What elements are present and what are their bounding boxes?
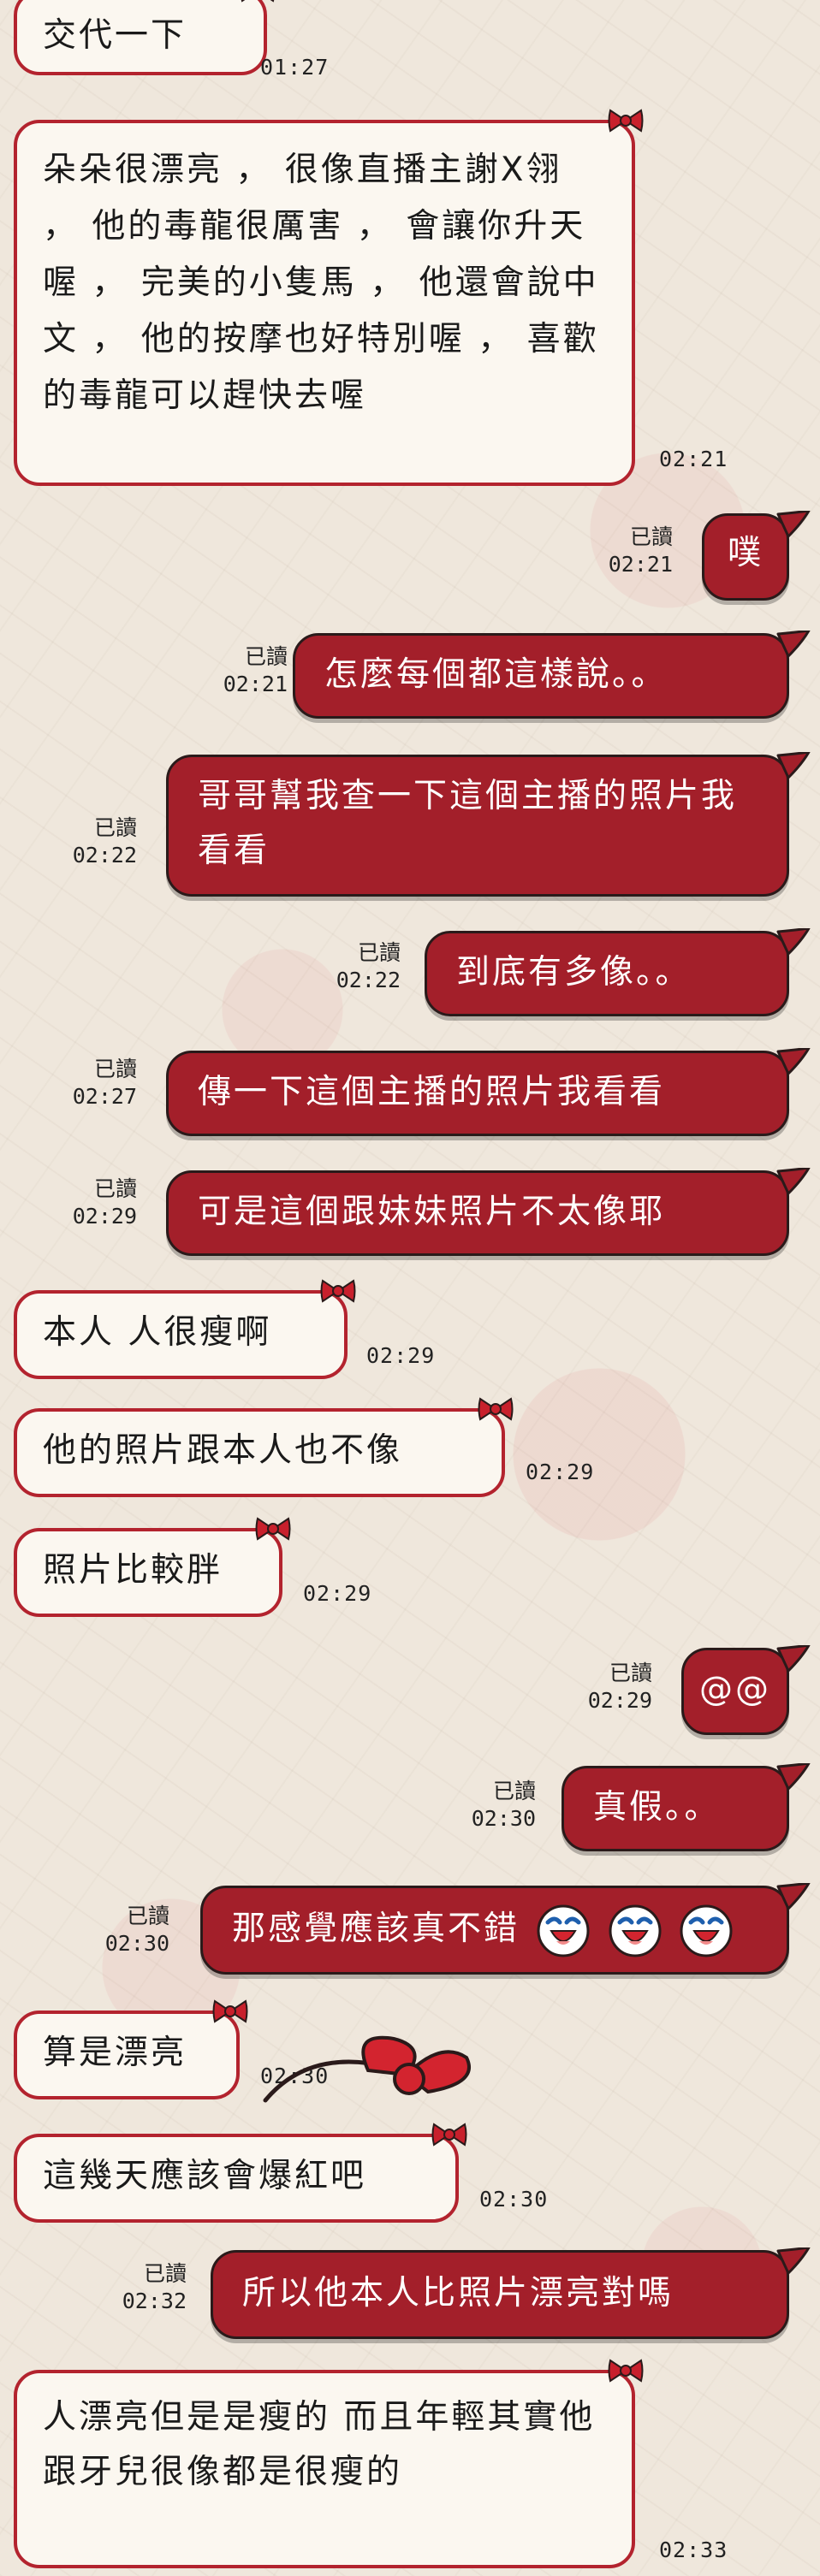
- outgoing-message-bubble[interactable]: 傳一下這個主播的照片我看看: [166, 1051, 789, 1136]
- outgoing-message-bubble[interactable]: 噗: [702, 513, 789, 601]
- incoming-message-bubble[interactable]: 算是漂亮: [14, 2010, 240, 2099]
- message-meta: 已讀 02:29: [550, 1660, 652, 1714]
- bow-icon: [478, 1396, 514, 1422]
- bow-icon: [431, 2122, 467, 2147]
- message-meta: 已讀 02:21: [185, 643, 288, 698]
- bow-icon: [240, 0, 276, 3]
- hello-kitty-bow-decoration: [263, 2035, 471, 2103]
- read-receipt: 已讀: [93, 1057, 137, 1081]
- incoming-message-bubble[interactable]: 人漂亮但是是瘦的 而且年輕其實他跟牙兒很像都是很瘦的: [14, 2370, 635, 2568]
- message-time: 02:21: [659, 447, 728, 471]
- message-text: 傳一下這個主播的照片我看看: [198, 1073, 666, 1111]
- message-text: 噗: [727, 534, 764, 572]
- incoming-message-bubble[interactable]: 朵朵很漂亮 ， 很像直播主謝X翎 ， 他的毒龍很厲害 ， 會讓你升天喔 ， 完美…: [14, 120, 635, 486]
- message-time: 02:21: [223, 672, 288, 696]
- message-time: 02:30: [471, 1806, 536, 1831]
- message-text: 可是這個跟妹妹照片不太像耶: [198, 1193, 666, 1231]
- message-meta: 已讀 02:22: [298, 939, 401, 994]
- outgoing-message-bubble[interactable]: 怎麼每個都這樣說。。: [293, 633, 789, 719]
- incoming-message-bubble[interactable]: 他的照片跟本人也不像: [14, 1408, 505, 1497]
- bow-icon: [608, 2358, 644, 2384]
- message-text: 這幾天應該會爆紅吧: [43, 2157, 367, 2195]
- outgoing-message-bubble[interactable]: 真假。。: [562, 1766, 789, 1851]
- message-meta: 已讀 02:29: [34, 1175, 137, 1230]
- message-text: 真假。。: [593, 1788, 721, 1827]
- message-time: 02:29: [366, 1343, 436, 1368]
- message-meta: 已讀 02:21: [570, 524, 673, 578]
- outgoing-message-bubble[interactable]: 到底有多像。。: [425, 931, 789, 1016]
- bow-icon: [212, 1999, 248, 2024]
- read-receipt: 已讀: [629, 524, 673, 549]
- message-time: 01:27: [260, 55, 330, 80]
- bubble-tail-icon: [776, 1645, 811, 1674]
- read-receipt: 已讀: [357, 940, 401, 965]
- read-receipt: 已讀: [244, 644, 288, 669]
- message-meta: 已讀 02:30: [433, 1778, 536, 1833]
- outgoing-message-bubble[interactable]: 那感覺應該真不錯: [200, 1886, 789, 1975]
- message-text: 交代一下: [43, 16, 187, 55]
- bubble-tail-icon: [776, 1048, 811, 1077]
- message-time: 02:30: [104, 1931, 169, 1956]
- read-receipt: 已讀: [93, 1176, 137, 1201]
- message-time: 02:27: [72, 1084, 137, 1109]
- read-receipt: 已讀: [126, 1904, 169, 1928]
- bubble-tail-icon: [776, 928, 811, 957]
- message-text: 朵朵很漂亮 ， 很像直播主謝X翎 ， 他的毒龍很厲害 ， 會讓你升天喔 ， 完美…: [43, 151, 599, 415]
- message-text: 那感覺應該真不錯: [232, 1910, 520, 1948]
- incoming-message-bubble[interactable]: 本人 人很瘦啊: [14, 1290, 348, 1379]
- bow-icon: [255, 1516, 291, 1542]
- read-receipt: 已讀: [143, 2261, 187, 2286]
- message-time: 02:22: [336, 968, 401, 992]
- message-meta: 已讀 02:30: [67, 1903, 169, 1957]
- read-receipt: 已讀: [93, 815, 137, 840]
- message-text: 他的照片跟本人也不像: [43, 1431, 403, 1470]
- bubble-tail-icon: [776, 752, 811, 781]
- outgoing-message-bubble[interactable]: 哥哥幫我查一下這個主播的照片我看看: [166, 755, 789, 897]
- message-text: 哥哥幫我查一下這個主播的照片我看看: [198, 777, 738, 870]
- message-text: 本人 人很瘦啊: [43, 1313, 272, 1352]
- laughing-face-icon: [536, 1904, 591, 1958]
- bubble-tail-icon: [776, 631, 811, 660]
- bubble-tail-icon: [776, 511, 811, 540]
- bubble-tail-icon: [776, 1883, 811, 1912]
- bubble-tail-icon: [776, 1168, 811, 1197]
- message-time: 02:33: [659, 2538, 728, 2562]
- incoming-message-bubble[interactable]: 這幾天應該會爆紅吧: [14, 2134, 459, 2223]
- laughing-face-icon: [679, 1904, 734, 1958]
- message-text: 怎麼每個都這樣說。。: [324, 655, 668, 694]
- message-text: @@: [699, 1670, 771, 1708]
- message-text: 算是漂亮: [43, 2034, 187, 2072]
- message-time: 02:29: [526, 1460, 595, 1484]
- message-time: 02:29: [303, 1581, 372, 1606]
- message-time: 02:30: [479, 2187, 549, 2212]
- bubble-tail-icon: [776, 1763, 811, 1792]
- outgoing-message-bubble[interactable]: 所以他本人比照片漂亮對嗎: [211, 2250, 789, 2339]
- message-time: 02:29: [587, 1688, 652, 1713]
- message-time: 02:32: [122, 2289, 187, 2313]
- message-meta: 已讀 02:22: [34, 814, 137, 869]
- message-text: 所以他本人比照片漂亮對嗎: [242, 2274, 674, 2312]
- incoming-message-bubble[interactable]: 交代一下: [14, 0, 267, 75]
- message-text: 人漂亮但是是瘦的 而且年輕其實他跟牙兒很像都是很瘦的: [43, 2398, 596, 2491]
- message-time: 02:22: [72, 843, 137, 868]
- outgoing-message-bubble[interactable]: 可是這個跟妹妹照片不太像耶: [166, 1170, 789, 1256]
- bow-icon: [320, 1278, 356, 1304]
- message-text: 照片比較胖: [43, 1551, 223, 1590]
- message-text: 到底有多像。。: [456, 953, 692, 992]
- message-time: 02:29: [72, 1204, 137, 1229]
- bow-icon: [608, 108, 644, 133]
- read-receipt: 已讀: [609, 1661, 652, 1685]
- bubble-tail-icon: [776, 2247, 811, 2277]
- outgoing-message-bubble[interactable]: @@: [681, 1648, 789, 1735]
- laughing-face-icon: [608, 1904, 663, 1958]
- message-meta: 已讀 02:32: [84, 2260, 187, 2315]
- message-time: 02:21: [608, 552, 673, 577]
- read-receipt: 已讀: [492, 1779, 536, 1803]
- message-meta: 已讀 02:27: [34, 1056, 137, 1110]
- incoming-message-bubble[interactable]: 照片比較胖: [14, 1528, 282, 1617]
